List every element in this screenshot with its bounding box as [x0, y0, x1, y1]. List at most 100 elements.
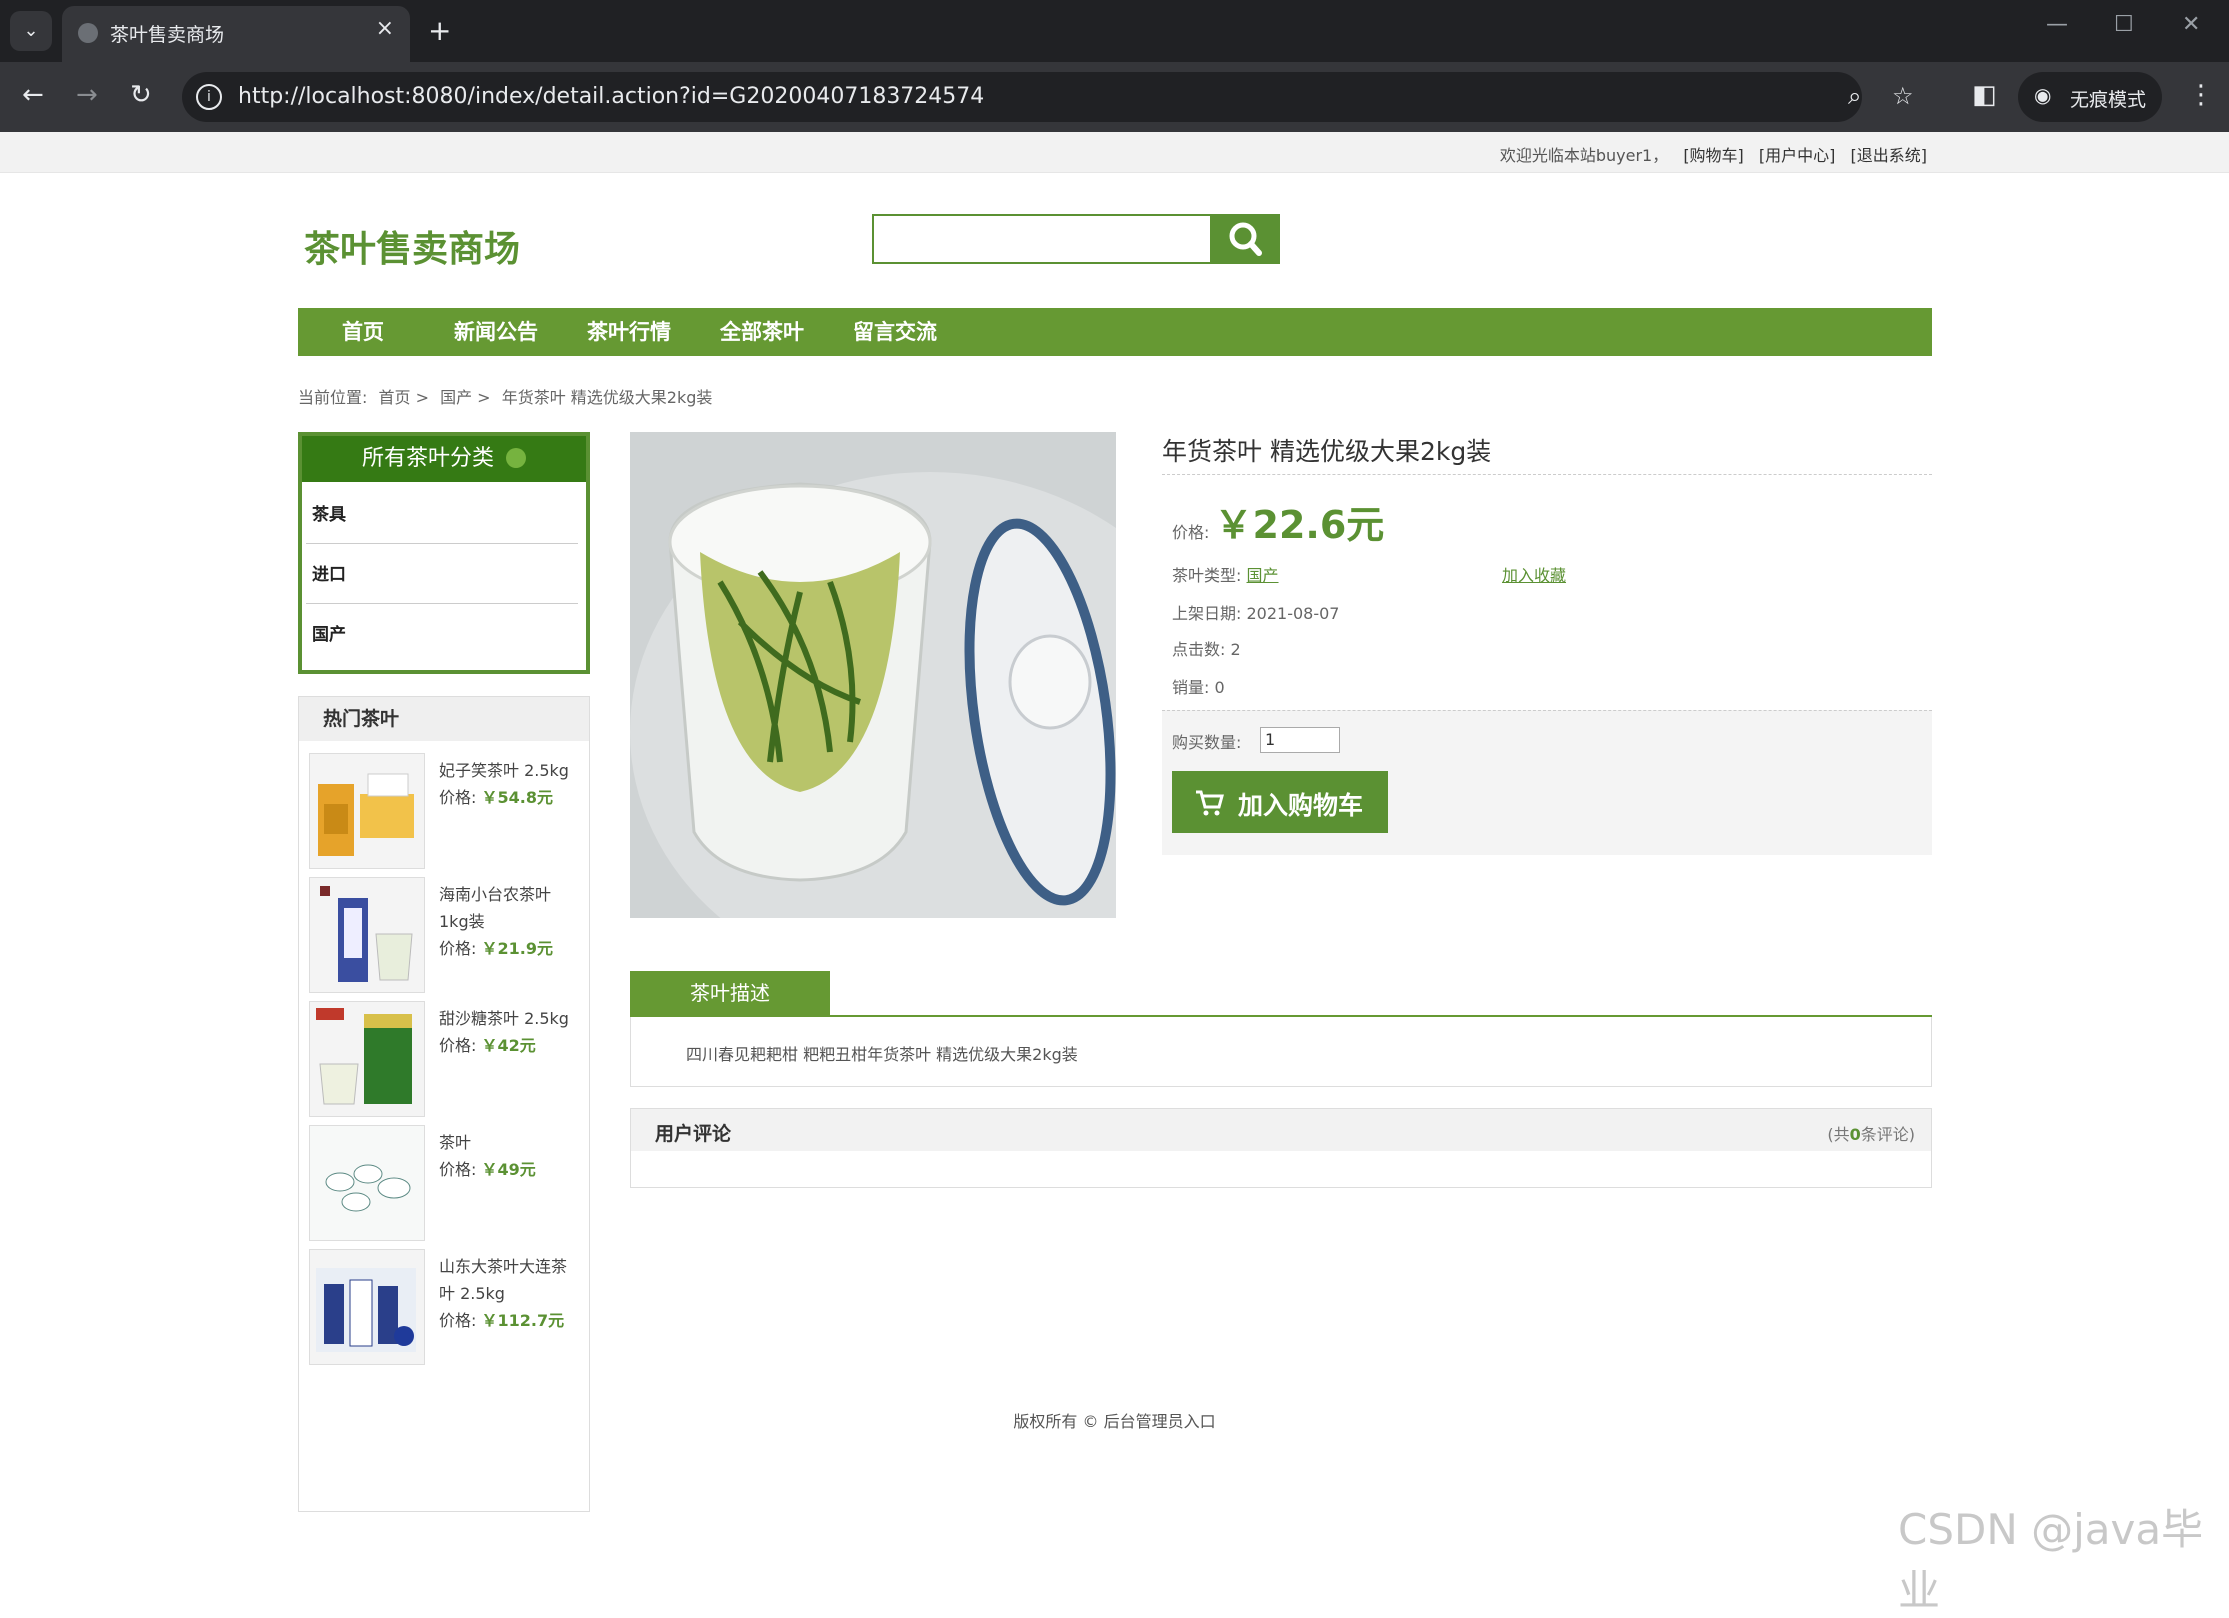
- maximize-icon[interactable]: ☐: [2114, 12, 2134, 37]
- nav-item-all-tea[interactable]: 全部茶叶: [720, 308, 804, 356]
- list-item[interactable]: 海南小台农茶叶1kg装 价格: ￥21.9元: [309, 877, 579, 993]
- list-item[interactable]: 甜沙糖茶叶 2.5kg 价格: ￥42元: [309, 1001, 579, 1117]
- add-to-cart-button[interactable]: 加入购物车: [1172, 771, 1388, 833]
- product-thumbnail[interactable]: [309, 1001, 425, 1117]
- price-label: 价格:: [1172, 523, 1210, 542]
- product-thumbnail[interactable]: [309, 1125, 425, 1241]
- address-bar[interactable]: i http://localhost:8080/index/detail.act…: [182, 72, 1914, 122]
- date-value: 2021-08-07: [1246, 604, 1340, 623]
- logout-link[interactable]: [退出系统]: [1851, 146, 1928, 165]
- price-label: 价格:: [439, 1036, 477, 1055]
- price-label: 价格:: [439, 939, 477, 958]
- hot-item-name[interactable]: 海南小台农茶叶1kg装: [439, 881, 579, 935]
- type-row: 茶叶类型: 国产: [1172, 562, 1279, 586]
- new-tab-icon[interactable]: +: [428, 14, 451, 47]
- sales-row: 销量: 0: [1172, 674, 1225, 698]
- incognito-icon: ◉: [2034, 83, 2052, 107]
- hot-item-name[interactable]: 茶叶: [439, 1129, 579, 1156]
- incognito-indicator[interactable]: ◉ 无痕模式: [2018, 72, 2162, 122]
- hot-item-name[interactable]: 甜沙糖茶叶 2.5kg: [439, 1005, 579, 1032]
- hot-tea-panel: 热门茶叶 妃子笑茶叶 2.5kg 价格: ￥54.8元 海南小台农茶叶1kg装 价格…: [298, 696, 590, 1512]
- description-text: 四川春见耙耙柑 粑粑丑柑年货茶叶 精选优级大果2kg装: [686, 1045, 1078, 1064]
- price-label: 价格:: [439, 788, 477, 807]
- search-input[interactable]: [872, 214, 1212, 264]
- product-thumbnail[interactable]: [309, 1249, 425, 1365]
- date-label: 上架日期:: [1172, 604, 1242, 623]
- category-panel: 所有茶叶分类 茶具 进口 国产: [298, 432, 590, 674]
- close-icon[interactable]: ×: [376, 16, 394, 41]
- back-icon[interactable]: ←: [22, 80, 44, 110]
- hot-item-name[interactable]: 妃子笑茶叶 2.5kg: [439, 757, 579, 784]
- breadcrumb-home[interactable]: 首页 >: [379, 388, 430, 407]
- hot-tea-title: 热门茶叶: [299, 697, 589, 741]
- web-page: 欢迎光临本站buyer1， [购物车] [用户中心] [退出系统] 茶叶售卖商场…: [0, 132, 2229, 1615]
- tab-title: 茶叶售卖商场: [110, 24, 225, 46]
- category-item-domestic[interactable]: 国产: [306, 606, 578, 664]
- qty-label: 购买数量:: [1172, 733, 1242, 752]
- bookmark-star-icon[interactable]: ☆: [1892, 82, 1914, 110]
- side-panel-icon[interactable]: ◧: [1972, 80, 1997, 110]
- hot-item-price: ￥112.7元: [481, 1311, 565, 1330]
- sales-value: 0: [1214, 678, 1225, 697]
- favorite-text[interactable]: 加入收藏: [1502, 566, 1566, 585]
- site-info-icon[interactable]: i: [196, 84, 222, 110]
- forward-icon[interactable]: →: [76, 80, 98, 110]
- product-thumbnail[interactable]: [309, 753, 425, 869]
- tab-search-button[interactable]: ⌄: [10, 11, 52, 51]
- hot-item-price: ￥42元: [481, 1036, 536, 1055]
- reload-icon[interactable]: ↻: [130, 80, 152, 110]
- user-center-link[interactable]: [用户中心]: [1759, 146, 1836, 165]
- nav-item-market[interactable]: 茶叶行情: [587, 308, 671, 356]
- category-item-imported[interactable]: 进口: [306, 546, 578, 604]
- footer[interactable]: 版权所有 © 后台管理员入口: [0, 1408, 2229, 1432]
- product-price: ￥22.6元: [1214, 503, 1385, 547]
- site-logo[interactable]: 茶叶售卖商场: [304, 220, 520, 272]
- product-image: [630, 432, 1116, 918]
- sales-label: 销量:: [1172, 678, 1210, 697]
- reviews-count: (共0条评论): [1827, 1121, 1915, 1145]
- reviews-count-prefix: (共: [1827, 1125, 1850, 1144]
- category-title: 所有茶叶分类: [302, 436, 586, 482]
- clicks-label: 点击数:: [1172, 640, 1226, 659]
- minimize-icon[interactable]: —: [2046, 12, 2068, 37]
- cart-link[interactable]: [购物车]: [1683, 146, 1744, 165]
- clicks-row: 点击数: 2: [1172, 636, 1241, 660]
- purchase-box: 购买数量: 1 加入购物车: [1162, 710, 1932, 855]
- price-label: 价格:: [439, 1311, 477, 1330]
- add-to-cart-label: 加入购物车: [1238, 791, 1364, 820]
- search-button[interactable]: [1212, 214, 1280, 264]
- hot-item-name[interactable]: 山东大茶叶大连茶叶 2.5kg: [439, 1253, 579, 1307]
- list-item[interactable]: 妃子笑茶叶 2.5kg 价格: ￥54.8元: [309, 753, 579, 869]
- list-item[interactable]: 茶叶 价格: ￥49元: [309, 1125, 579, 1241]
- quantity-input[interactable]: 1: [1260, 727, 1340, 753]
- breadcrumb-current: 年货茶叶 精选优级大果2kg装: [501, 388, 713, 407]
- breadcrumb-category[interactable]: 国产 >: [440, 388, 491, 407]
- incognito-label: 无痕模式: [2070, 89, 2147, 111]
- breadcrumb-label: 当前位置:: [298, 388, 368, 407]
- description-box: 四川春见耙耙柑 粑粑丑柑年货茶叶 精选优级大果2kg装: [630, 1017, 1932, 1087]
- clicks-value: 2: [1230, 640, 1241, 659]
- nav-item-home[interactable]: 首页: [342, 308, 384, 356]
- globe-icon: [78, 23, 98, 43]
- more-menu-icon[interactable]: ⋮: [2188, 80, 2214, 110]
- nav-item-messages[interactable]: 留言交流: [853, 308, 937, 356]
- category-item-teaware[interactable]: 茶具: [306, 486, 578, 544]
- main-nav: 首页 新闻公告 茶叶行情 全部茶叶 留言交流: [298, 308, 1932, 356]
- zoom-icon[interactable]: ⌕: [1848, 82, 1861, 110]
- browser-tab[interactable]: 茶叶售卖商场 ×: [62, 6, 410, 62]
- list-item[interactable]: 山东大茶叶大连茶叶 2.5kg 价格: ￥112.7元: [309, 1249, 579, 1365]
- product-thumbnail[interactable]: [309, 877, 425, 993]
- search-icon: [1229, 222, 1262, 256]
- add-favorite-link[interactable]: 加入收藏: [1502, 562, 1566, 586]
- window-close-icon[interactable]: ✕: [2182, 12, 2200, 37]
- hot-item-price: ￥54.8元: [481, 788, 553, 807]
- type-link[interactable]: 国产: [1247, 566, 1279, 585]
- browser-tab-strip: ⌄ 茶叶售卖商场 × + — ☐ ✕: [0, 0, 2229, 62]
- breadcrumb: 当前位置: 首页 > 国产 > 年货茶叶 精选优级大果2kg装: [298, 384, 718, 408]
- tab-description[interactable]: 茶叶描述: [630, 971, 830, 1015]
- type-label: 茶叶类型:: [1172, 566, 1242, 585]
- reviews-title: 用户评论: [655, 1123, 732, 1145]
- reviews-header: 用户评论 (共0条评论): [631, 1109, 1931, 1151]
- nav-item-news[interactable]: 新闻公告: [454, 308, 538, 356]
- welcome-text: 欢迎光临本站buyer1，: [1499, 146, 1669, 165]
